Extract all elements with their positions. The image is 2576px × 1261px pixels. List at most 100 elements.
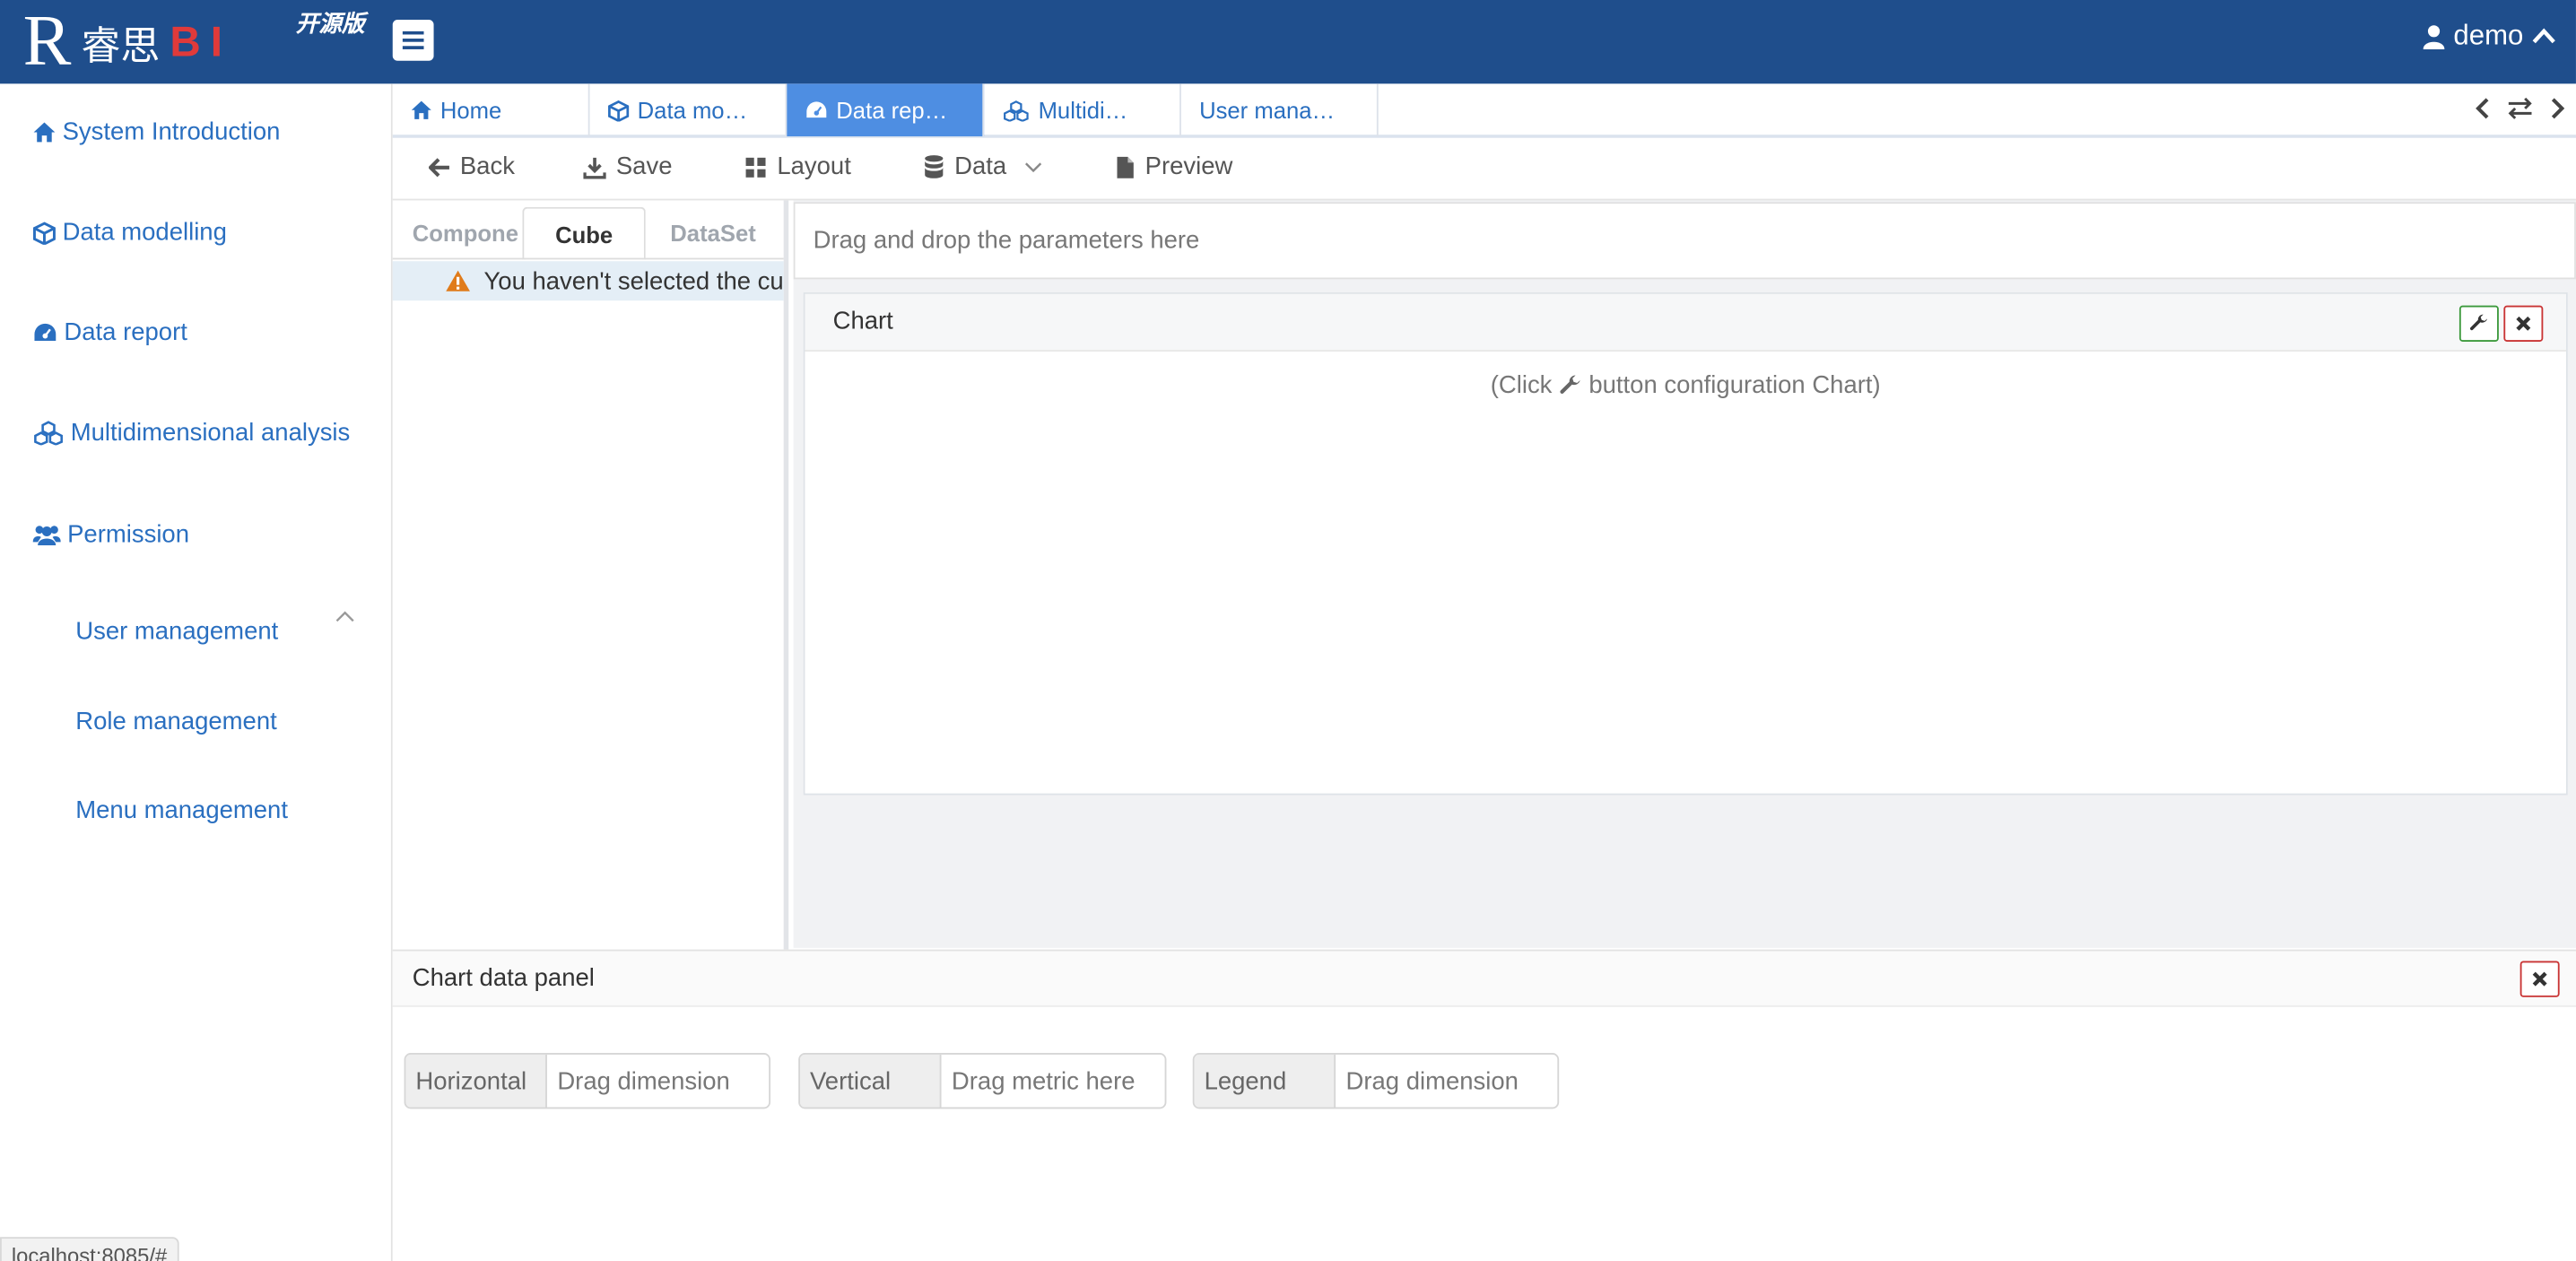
component-panel: Compone Cube DataSet You haven't selecte…	[392, 200, 789, 950]
data-dropdown-button[interactable]: Data	[923, 152, 1042, 180]
tab-label: Multidi…	[1038, 97, 1128, 124]
close-icon	[2516, 316, 2531, 331]
sidebar-item-data-modelling[interactable]: Data modelling	[32, 218, 227, 247]
back-button[interactable]: Back	[429, 152, 515, 180]
arrow-left-icon	[429, 157, 449, 177]
sidebar-item-multidimensional-analysis[interactable]: Multidimensional analysis	[33, 419, 351, 447]
tab-multidimensional-analysis[interactable]: Multidi…	[984, 83, 1181, 137]
chart-header: Chart	[805, 293, 2566, 352]
users-icon	[32, 526, 61, 546]
configure-chart-button[interactable]	[2459, 305, 2499, 342]
wrench-icon	[1560, 375, 1580, 395]
vertical-drop-zone[interactable]: Drag metric here	[942, 1055, 1165, 1108]
close-data-panel-button[interactable]	[2519, 961, 2560, 997]
sidebar-item-label: Data report	[64, 318, 187, 347]
preview-label: Preview	[1144, 152, 1233, 181]
file-icon	[1117, 156, 1134, 178]
horizontal-drop-zone[interactable]: Drag dimension	[547, 1055, 769, 1108]
chevron-down-icon	[1024, 161, 1041, 172]
tab-home[interactable]: Home	[393, 83, 590, 137]
vertical-label: Vertical	[799, 1054, 942, 1108]
sidebar: System Introduction Data modelling Data …	[0, 83, 393, 1261]
download-icon	[583, 156, 606, 178]
sidebar-item-system-introduction[interactable]: System Introduction	[33, 118, 281, 146]
chevron-right-icon[interactable]	[2550, 97, 2566, 120]
status-bar-url: localhost:8085/#	[0, 1237, 179, 1261]
preview-button[interactable]: Preview	[1116, 152, 1233, 181]
report-canvas: Drag and drop the parameters here Chart …	[793, 200, 2576, 948]
sidebar-item-permission[interactable]: Permission	[32, 521, 189, 549]
cube-icon	[608, 99, 630, 121]
data-panel-title: Chart data panel	[412, 964, 595, 993]
logo-bi: BI	[170, 15, 232, 65]
warning-text: You haven't selected the cu	[483, 266, 784, 295]
chevron-left-icon[interactable]	[2474, 97, 2490, 120]
sidebar-item-data-report[interactable]: Data report	[33, 318, 187, 346]
report-toolbar: Back Save Layout Data Preview	[392, 137, 2576, 201]
layout-button[interactable]: Layout	[744, 152, 851, 180]
sidebar-item-label: Data modelling	[62, 218, 227, 247]
dashboard-icon	[806, 101, 827, 118]
tab-data-modelling[interactable]: Data mo…	[590, 83, 788, 137]
remove-chart-button[interactable]	[2503, 305, 2544, 342]
hint-after: button configuration Chart)	[1588, 370, 1881, 400]
database-icon	[925, 155, 944, 178]
chart-component[interactable]: Chart (Click button configuration Chart)	[803, 292, 2568, 796]
wrench-icon	[2469, 314, 2488, 331]
tab-data-report[interactable]: Data rep…	[787, 83, 985, 137]
save-label: Save	[615, 152, 673, 181]
cubes-icon	[1004, 100, 1029, 121]
tab-bar: Home Data mo… Data rep… Multidi… User ma…	[392, 83, 2576, 138]
chevron-up-icon[interactable]	[335, 610, 355, 623]
data-panel-header: Chart data panel	[392, 951, 2576, 1007]
sidebar-item-label: System Introduction	[62, 117, 281, 147]
user-icon	[2424, 24, 2446, 49]
legend-label: Legend	[1194, 1054, 1336, 1108]
cube-icon	[32, 221, 56, 244]
sidebar-item-role-management[interactable]: Role management	[75, 708, 277, 735]
close-icon	[2532, 971, 2547, 987]
logo[interactable]: R 睿思 BI	[22, 0, 232, 81]
user-menu[interactable]: demo	[2424, 20, 2556, 53]
user-name: demo	[2453, 19, 2524, 51]
parameter-drop-zone[interactable]: Drag and drop the parameters here	[793, 202, 2576, 280]
tab-label: Home	[439, 97, 502, 124]
sidebar-item-label: Multidimensional analysis	[70, 419, 351, 448]
legend-drop-zone[interactable]: Drag dimension	[1336, 1055, 1558, 1108]
logo-letter: R	[22, 0, 72, 81]
tab-components[interactable]: Compone	[413, 207, 521, 260]
back-label: Back	[459, 152, 515, 181]
tab-controls	[2474, 97, 2566, 120]
cubes-icon	[34, 421, 63, 446]
chart-config-hint: (Click button configuration Chart)	[805, 371, 2565, 399]
logo-chinese: 睿思	[81, 23, 161, 69]
sidebar-item-menu-management[interactable]: Menu management	[75, 796, 288, 824]
tab-label: Data rep…	[836, 97, 948, 124]
chart-data-panel: Chart data panel Horizontal Drag dimensi…	[392, 949, 2576, 1261]
legend-field: Legend Drag dimension	[1192, 1053, 1560, 1109]
horizontal-field: Horizontal Drag dimension	[404, 1053, 771, 1109]
sidebar-item-user-management[interactable]: User management	[75, 618, 278, 646]
save-button[interactable]: Save	[583, 152, 672, 180]
swap-icon[interactable]	[2507, 97, 2533, 120]
layout-label: Layout	[777, 152, 851, 181]
top-bar: R 睿思 BI 开源版 demo	[0, 0, 2576, 84]
vertical-field: Vertical Drag metric here	[798, 1053, 1167, 1109]
tab-dataset[interactable]: DataSet	[670, 207, 769, 260]
tab-underline	[392, 257, 784, 260]
home-icon	[411, 100, 431, 119]
tab-cube[interactable]: Cube	[522, 206, 646, 260]
chart-title: Chart	[832, 307, 893, 335]
hint-before: (Click	[1490, 370, 1553, 400]
home-icon	[33, 122, 56, 143]
layout-grid-icon	[745, 156, 766, 177]
data-label: Data	[954, 152, 1007, 181]
menu-toggle-button[interactable]	[392, 19, 434, 61]
hamburger-icon	[402, 30, 424, 49]
warning-icon	[446, 270, 470, 291]
chevron-up-icon	[2532, 28, 2555, 44]
edition-label: 开源版	[295, 9, 365, 37]
tab-user-management[interactable]: User mana…	[1181, 83, 1379, 137]
dashboard-icon	[34, 323, 57, 342]
tab-label: Data mo…	[637, 97, 748, 124]
